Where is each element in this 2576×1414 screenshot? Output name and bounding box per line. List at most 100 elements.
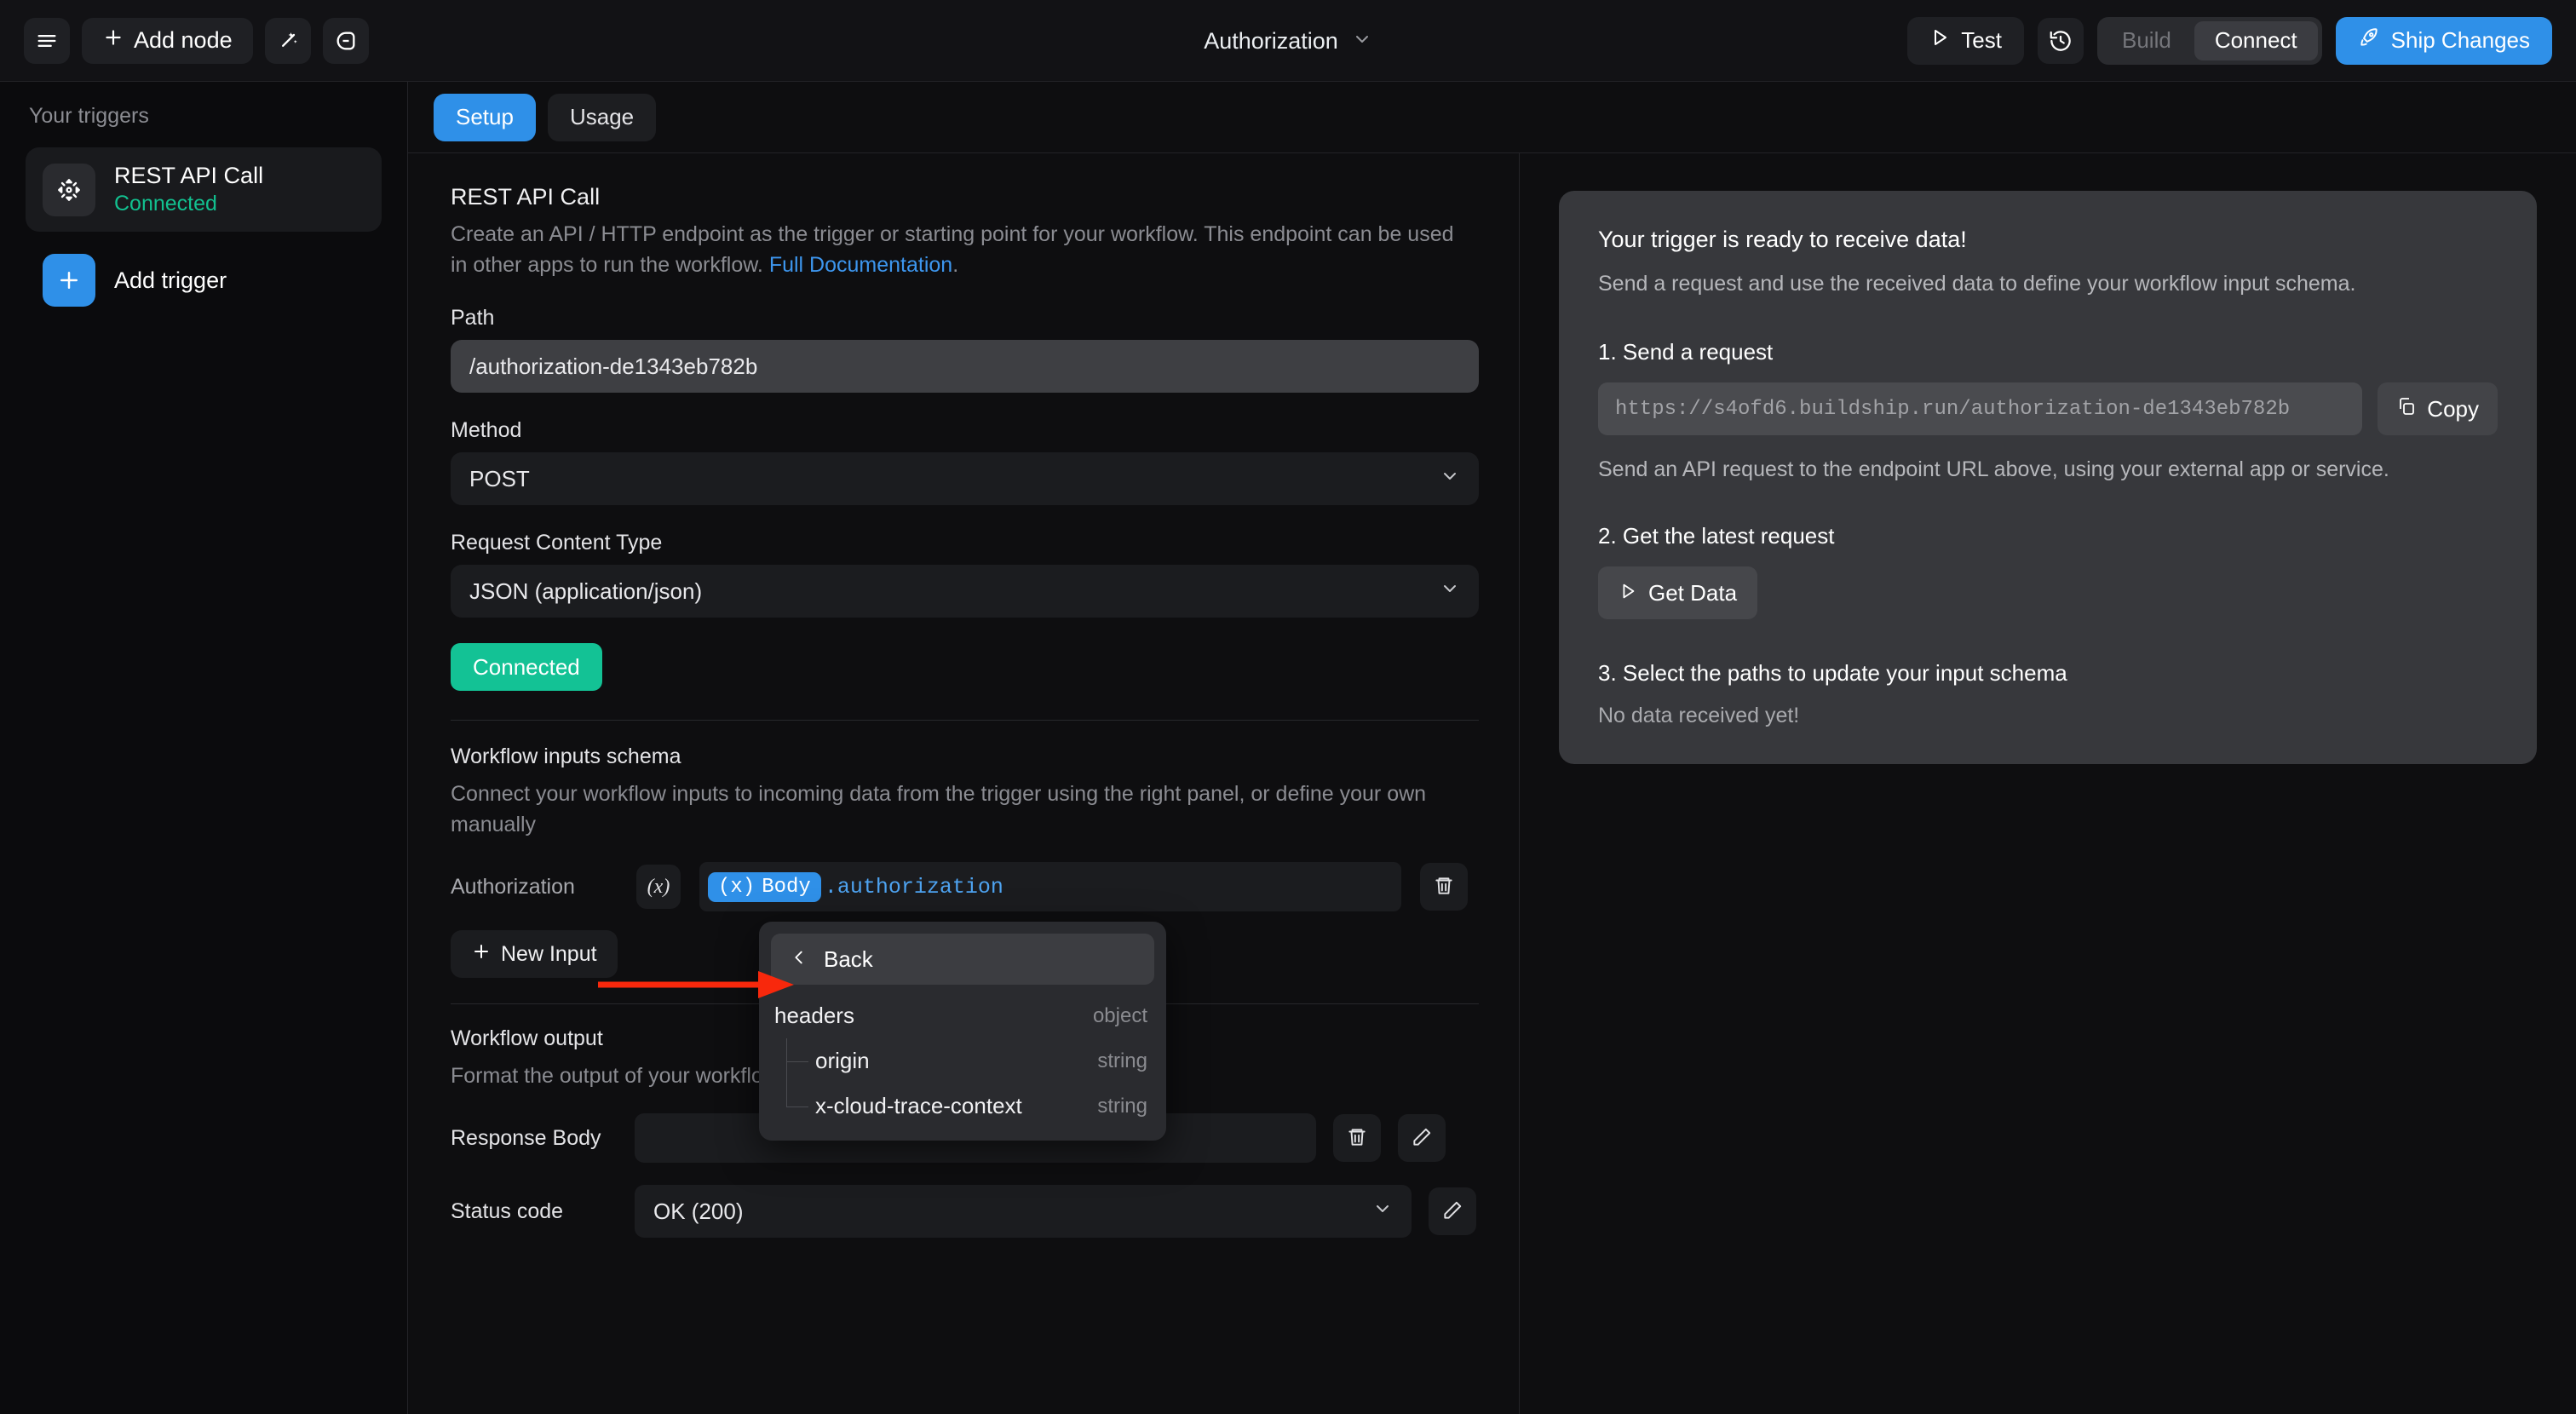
body-container: Your triggers REST API Call Connected Ad… bbox=[0, 82, 2576, 1414]
magic-wand-icon bbox=[276, 29, 300, 53]
authorization-row-label: Authorization bbox=[451, 874, 575, 899]
response-body-label: Response Body bbox=[451, 1125, 601, 1150]
expression-path-text: .authorization bbox=[824, 874, 1003, 900]
dropdown-item-type: string bbox=[1097, 1094, 1147, 1118]
status-code-select[interactable]: OK (200) bbox=[635, 1185, 1412, 1238]
copy-url-button[interactable]: Copy bbox=[2378, 382, 2498, 435]
dropdown-item-name: x-cloud-trace-context bbox=[815, 1093, 1022, 1118]
section-description: Create an API / HTTP endpoint as the tri… bbox=[451, 219, 1473, 280]
new-input-button[interactable]: New Input bbox=[451, 930, 618, 978]
workflow-title-dropdown[interactable]: Authorization bbox=[1204, 28, 1372, 55]
expression-toggle-button[interactable]: (x) bbox=[636, 865, 681, 909]
trash-icon bbox=[1433, 875, 1455, 900]
authorization-input-row: Authorization (x) (x) Body .authorizatio… bbox=[451, 862, 1476, 911]
no-data-message: No data received yet! bbox=[1598, 704, 1800, 727]
endpoint-url-field[interactable]: https://s4ofd6.buildship.run/authorizati… bbox=[1598, 382, 2363, 435]
request-content-type-select[interactable]: JSON (application/json) bbox=[451, 565, 1479, 618]
play-icon bbox=[1619, 580, 1637, 606]
divider bbox=[451, 720, 1479, 721]
setup-form-pane: REST API Call Create an API / HTTP endpo… bbox=[408, 153, 1520, 1414]
app-root: Add node Authorization Test Build Connec… bbox=[0, 0, 2576, 1414]
add-trigger-button[interactable]: Add trigger bbox=[26, 247, 382, 313]
ship-changes-label: Ship Changes bbox=[2390, 27, 2530, 53]
toolbar-left-group: Add node bbox=[24, 17, 369, 64]
section-title: REST API Call bbox=[451, 184, 601, 210]
comment-icon bbox=[334, 29, 358, 53]
sidebar: Your triggers REST API Call Connected Ad… bbox=[0, 82, 408, 1414]
card-title: Your trigger is ready to receive data! bbox=[1598, 227, 1967, 252]
connect-side-pane: Your trigger is ready to receive data! S… bbox=[1520, 153, 2576, 1414]
dropdown-item-name: origin bbox=[815, 1048, 870, 1073]
connected-status-badge[interactable]: Connected bbox=[451, 643, 602, 691]
ship-changes-button[interactable]: Ship Changes bbox=[2335, 16, 2552, 65]
build-connect-segmented-control: Build Connect bbox=[2096, 16, 2322, 65]
play-icon bbox=[1929, 27, 1950, 54]
step-2-title: 2. Get the latest request bbox=[1598, 523, 1835, 549]
tab-setup[interactable]: Setup bbox=[434, 93, 536, 141]
dropdown-back-label: Back bbox=[824, 946, 873, 972]
content-type-value: JSON (application/json) bbox=[469, 578, 703, 604]
comment-button[interactable] bbox=[322, 17, 369, 64]
edit-response-body-button[interactable] bbox=[1398, 1114, 1446, 1162]
pencil-icon bbox=[1411, 1126, 1433, 1151]
get-data-button[interactable]: Get Data bbox=[1598, 566, 1758, 619]
sidebar-item-rest-api-call[interactable]: REST API Call Connected bbox=[26, 147, 382, 232]
tab-connect[interactable]: Connect bbox=[2194, 20, 2318, 60]
test-label: Test bbox=[1961, 27, 2002, 53]
tree-line-horizontal bbox=[786, 1060, 808, 1062]
dropdown-item-name: headers bbox=[774, 1003, 854, 1028]
hamburger-menu-button[interactable] bbox=[24, 17, 70, 64]
dropdown-item-origin[interactable]: origin string bbox=[771, 1038, 1154, 1083]
status-code-value: OK (200) bbox=[653, 1198, 744, 1224]
page-title: Authorization bbox=[1204, 27, 1338, 54]
step-1-note: Send an API request to the endpoint URL … bbox=[1598, 457, 2389, 481]
panes-container: REST API Call Create an API / HTTP endpo… bbox=[408, 153, 2576, 1414]
dropdown-item-x-cloud-trace-context[interactable]: x-cloud-trace-context string bbox=[771, 1083, 1154, 1129]
authorization-expression-field[interactable]: (x) Body .authorization bbox=[699, 862, 1401, 911]
trigger-ready-card: Your trigger is ready to receive data! S… bbox=[1559, 191, 2537, 764]
full-documentation-link[interactable]: Full Documentation bbox=[769, 253, 952, 277]
main-panel: Setup Usage REST API Call Create an API … bbox=[408, 82, 2576, 1414]
delete-response-body-button[interactable] bbox=[1333, 1114, 1381, 1162]
history-icon bbox=[2048, 28, 2073, 54]
add-node-button[interactable]: Add node bbox=[82, 17, 253, 64]
chevron-down-icon bbox=[1440, 466, 1460, 492]
trash-icon bbox=[1346, 1126, 1368, 1151]
dropdown-item-type: string bbox=[1097, 1049, 1147, 1072]
toolbar-right-group: Test Build Connect Ship Changes bbox=[1907, 16, 2552, 65]
new-input-label: New Input bbox=[501, 941, 597, 966]
add-node-label: Add node bbox=[134, 27, 233, 53]
tab-usage[interactable]: Usage bbox=[547, 93, 657, 141]
status-code-label: Status code bbox=[451, 1198, 564, 1223]
trigger-status: Connected bbox=[114, 192, 217, 216]
delete-input-button[interactable] bbox=[1420, 863, 1468, 911]
trigger-name: REST API Call bbox=[114, 163, 264, 188]
edit-status-code-button[interactable] bbox=[1429, 1187, 1476, 1235]
card-subtitle: Send a request and use the received data… bbox=[1598, 272, 2356, 296]
workflow-inputs-schema-title: Workflow inputs schema bbox=[451, 744, 681, 768]
path-label: Path bbox=[451, 306, 495, 330]
hamburger-icon bbox=[35, 29, 59, 53]
history-button[interactable] bbox=[2037, 17, 2084, 64]
chip-fx-prefix: (x) bbox=[718, 875, 756, 899]
method-select[interactable]: POST bbox=[451, 452, 1479, 505]
trigger-text-group: REST API Call Connected bbox=[114, 163, 263, 216]
step-1-title: 1. Send a request bbox=[1598, 339, 1774, 365]
plus-icon bbox=[43, 254, 95, 307]
request-content-type-label: Request Content Type bbox=[451, 531, 663, 555]
dropdown-item-headers[interactable]: headers object bbox=[771, 993, 1154, 1038]
dropdown-back-button[interactable]: Back bbox=[771, 934, 1154, 985]
dropdown-item-type: object bbox=[1092, 1003, 1147, 1027]
magic-wand-button[interactable] bbox=[264, 17, 311, 64]
variable-picker-dropdown: Back headers object origin string x-clou… bbox=[759, 922, 1166, 1141]
tab-build[interactable]: Build bbox=[2102, 21, 2192, 60]
get-data-label: Get Data bbox=[1648, 579, 1738, 606]
tree-line-horizontal bbox=[786, 1106, 808, 1107]
path-input[interactable]: /authorization-de1343eb782b bbox=[451, 340, 1479, 393]
body-variable-chip[interactable]: (x) Body bbox=[708, 871, 821, 902]
chevron-down-icon bbox=[1440, 578, 1460, 605]
step-3-title: 3. Select the paths to update your input… bbox=[1598, 660, 2067, 686]
pencil-icon bbox=[1441, 1199, 1463, 1224]
tree-line-vertical bbox=[786, 1083, 787, 1106]
test-button[interactable]: Test bbox=[1907, 16, 2024, 65]
